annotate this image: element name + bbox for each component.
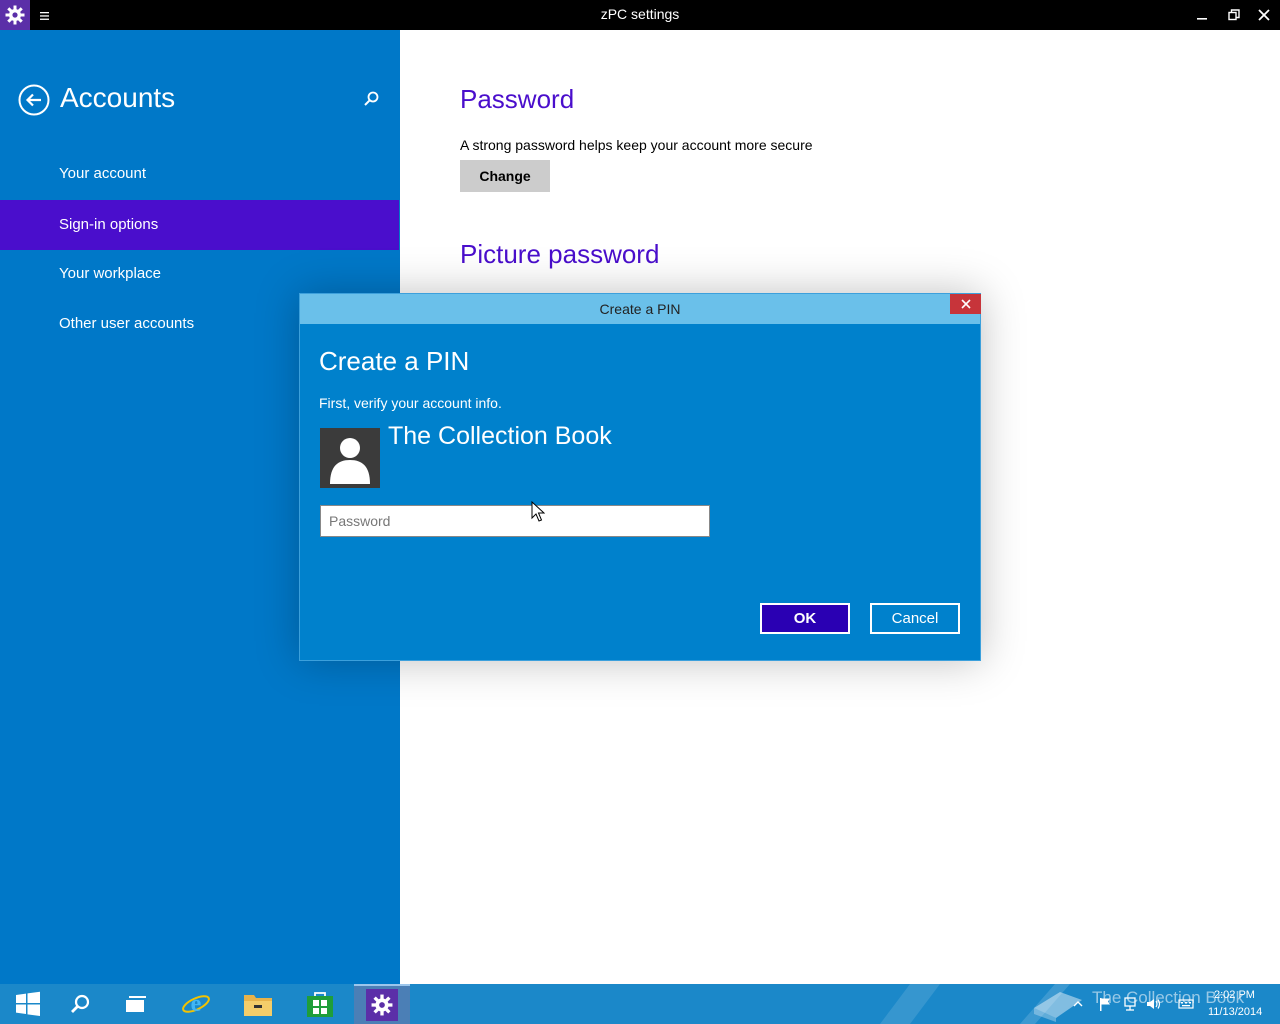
sidebar-title: Accounts [60, 82, 176, 113]
svg-text:e: e [191, 991, 202, 1017]
store-icon[interactable] [292, 984, 348, 1024]
volume-icon[interactable] [1146, 984, 1162, 1024]
back-arrow-icon[interactable] [18, 84, 50, 116]
task-view-icon[interactable] [108, 984, 164, 1024]
window-titlebar: zPC settings [0, 0, 1280, 30]
network-icon[interactable] [1122, 984, 1138, 1024]
sidebar-item-your-account[interactable]: Your account [0, 149, 399, 199]
dialog-heading: Create a PIN [319, 346, 470, 376]
clock-date[interactable]: 11/13/2014 [1208, 1006, 1262, 1018]
window-title: zPC settings [600, 6, 680, 22]
sidebar-item-sign-in-options[interactable]: Sign-in options [0, 200, 399, 250]
close-button[interactable] [1248, 0, 1280, 30]
show-hidden-icons[interactable] [1072, 984, 1084, 1024]
sidebar-item-your-workplace[interactable]: Your workplace [0, 249, 399, 299]
password-input[interactable] [320, 505, 710, 537]
search-icon[interactable] [362, 90, 380, 108]
dialog-titlebar: Create a PIN [300, 294, 981, 324]
dialog-title: Create a PIN [599, 301, 681, 317]
change-password-button[interactable]: Change [460, 160, 550, 192]
minimize-button[interactable] [1186, 0, 1218, 30]
restore-button[interactable] [1218, 0, 1250, 30]
ok-button[interactable]: OK [760, 603, 850, 634]
clock-time[interactable]: 2:02 PM [1214, 989, 1255, 1001]
password-section-title: Password [460, 84, 575, 114]
dialog-close-button[interactable] [950, 294, 981, 314]
password-description: A strong password helps keep your accoun… [460, 137, 813, 153]
cancel-button[interactable]: Cancel [870, 603, 960, 634]
start-button-windows-icon[interactable] [0, 984, 56, 1024]
dialog-subtitle: First, verify your account info. [319, 395, 502, 411]
create-pin-dialog: Create a PIN Create a PIN First, verify … [299, 293, 981, 661]
account-username: The Collection Book [388, 422, 612, 450]
keyboard-icon[interactable] [1178, 984, 1194, 1024]
user-silhouette-icon [330, 438, 370, 484]
mouse-cursor-icon [531, 500, 546, 523]
internet-explorer-icon[interactable]: e [168, 984, 224, 1024]
taskbar-search-icon[interactable] [52, 984, 108, 1024]
file-explorer-icon[interactable] [230, 984, 286, 1024]
action-center-flag-icon[interactable] [1098, 984, 1112, 1024]
avatar [320, 428, 380, 488]
settings-taskbar-icon[interactable] [354, 984, 410, 1024]
picture-password-section-title: Picture password [460, 239, 660, 269]
taskbar: e The Collection Book 2:02 PM 11/13/2014 [0, 984, 1280, 1024]
